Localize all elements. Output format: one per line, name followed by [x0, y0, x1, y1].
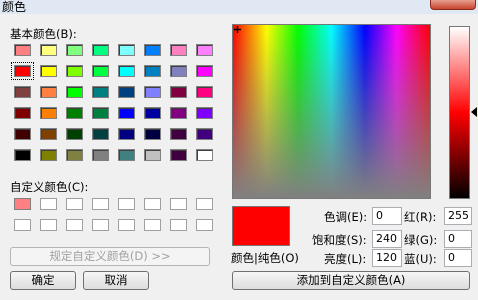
basic-color-swatch[interactable]: [14, 107, 31, 119]
custom-color-swatch[interactable]: [118, 219, 135, 231]
blue-field[interactable]: 0: [444, 249, 472, 267]
color-solid-label: 颜色|纯色(O): [231, 251, 299, 265]
basic-color-swatch[interactable]: [92, 107, 109, 119]
red-label: 红(R):: [404, 210, 437, 224]
basic-color-swatch[interactable]: [170, 86, 187, 98]
add-to-custom-colors-button[interactable]: 添加到自定义颜色(A): [232, 271, 470, 290]
basic-color-swatch[interactable]: [11, 62, 34, 80]
basic-color-swatch[interactable]: [118, 65, 135, 77]
basic-color-swatch[interactable]: [66, 65, 83, 77]
cancel-button[interactable]: 取消: [83, 271, 149, 290]
custom-color-swatch[interactable]: [40, 219, 57, 231]
custom-color-swatch[interactable]: [66, 219, 83, 231]
basic-color-swatch[interactable]: [40, 86, 57, 98]
luminance-label: 亮度(L):: [324, 252, 367, 266]
basic-color-swatch[interactable]: [40, 107, 57, 119]
spectrum-saturation-layer: [233, 25, 430, 198]
basic-color-swatch[interactable]: [144, 65, 161, 77]
basic-color-swatch[interactable]: [118, 44, 135, 56]
crosshair-icon: [234, 26, 241, 33]
custom-color-swatch[interactable]: [14, 198, 31, 210]
basic-color-swatch[interactable]: [144, 149, 161, 161]
custom-color-swatch[interactable]: [196, 219, 213, 231]
blue-label: 蓝(U):: [404, 252, 437, 266]
custom-color-swatch[interactable]: [170, 219, 187, 231]
basic-color-swatch[interactable]: [66, 128, 83, 140]
saturation-label: 饱和度(S):: [312, 233, 367, 247]
basic-color-swatch[interactable]: [144, 44, 161, 56]
window-title: 颜色: [2, 0, 27, 14]
basic-color-swatch[interactable]: [118, 149, 135, 161]
basic-color-swatch[interactable]: [14, 149, 31, 161]
custom-color-swatch[interactable]: [196, 198, 213, 210]
custom-color-swatch[interactable]: [144, 198, 161, 210]
basic-color-swatch[interactable]: [66, 149, 83, 161]
basic-color-swatch[interactable]: [196, 65, 213, 77]
define-custom-colors-button[interactable]: 规定自定义颜色(D) >>: [10, 247, 210, 266]
basic-color-swatch[interactable]: [92, 65, 109, 77]
basic-color-swatch[interactable]: [40, 128, 57, 140]
custom-color-swatch[interactable]: [92, 198, 109, 210]
basic-color-swatch[interactable]: [196, 107, 213, 119]
basic-color-swatch[interactable]: [40, 44, 57, 56]
hue-field[interactable]: 0: [372, 207, 402, 225]
close-button[interactable]: [430, 0, 476, 10]
basic-color-swatch[interactable]: [92, 149, 109, 161]
basic-colors-label: 基本颜色(B):: [10, 27, 77, 41]
basic-color-swatch[interactable]: [144, 128, 161, 140]
green-field[interactable]: 0: [444, 230, 472, 248]
custom-color-swatch[interactable]: [14, 219, 31, 231]
custom-colors-label: 自定义颜色(C):: [10, 180, 89, 194]
basic-color-swatch[interactable]: [14, 44, 31, 56]
custom-color-swatch[interactable]: [144, 219, 161, 231]
basic-color-swatch[interactable]: [14, 128, 31, 140]
custom-color-swatch[interactable]: [92, 219, 109, 231]
hue-label: 色调(E):: [324, 210, 368, 224]
basic-color-swatch[interactable]: [196, 86, 213, 98]
luminance-arrow-icon[interactable]: [471, 107, 477, 117]
basic-color-swatch[interactable]: [170, 65, 187, 77]
basic-color-swatch[interactable]: [92, 128, 109, 140]
basic-color-swatch[interactable]: [92, 86, 109, 98]
basic-color-swatch[interactable]: [196, 44, 213, 56]
basic-color-swatch[interactable]: [144, 86, 161, 98]
red-field[interactable]: 255: [444, 207, 472, 225]
color-spectrum[interactable]: [232, 24, 431, 199]
basic-color-swatch[interactable]: [40, 149, 57, 161]
custom-color-swatch[interactable]: [118, 198, 135, 210]
ok-button[interactable]: 确定: [10, 271, 76, 290]
color-preview: [232, 206, 290, 246]
basic-color-swatch[interactable]: [66, 107, 83, 119]
green-label: 绿(G):: [404, 233, 438, 247]
basic-color-swatch[interactable]: [170, 44, 187, 56]
luminance-field[interactable]: 120: [372, 249, 402, 267]
basic-color-swatch[interactable]: [66, 44, 83, 56]
basic-color-swatch[interactable]: [40, 65, 57, 77]
basic-color-swatch[interactable]: [196, 149, 213, 161]
custom-color-swatch[interactable]: [40, 198, 57, 210]
basic-color-swatch[interactable]: [66, 86, 83, 98]
title-bar: 颜色: [0, 0, 478, 14]
basic-color-swatch[interactable]: [170, 128, 187, 140]
basic-color-swatch[interactable]: [170, 107, 187, 119]
basic-color-swatch[interactable]: [170, 149, 187, 161]
basic-color-swatch[interactable]: [118, 86, 135, 98]
basic-color-swatch[interactable]: [92, 44, 109, 56]
basic-color-swatch[interactable]: [118, 107, 135, 119]
saturation-field[interactable]: 240: [372, 230, 402, 248]
basic-color-swatch[interactable]: [118, 128, 135, 140]
custom-color-swatch[interactable]: [170, 198, 187, 210]
basic-color-swatch[interactable]: [196, 128, 213, 140]
basic-color-swatch[interactable]: [144, 107, 161, 119]
luminance-slider[interactable]: [449, 26, 470, 199]
basic-color-swatch[interactable]: [14, 86, 31, 98]
custom-color-swatch[interactable]: [66, 198, 83, 210]
